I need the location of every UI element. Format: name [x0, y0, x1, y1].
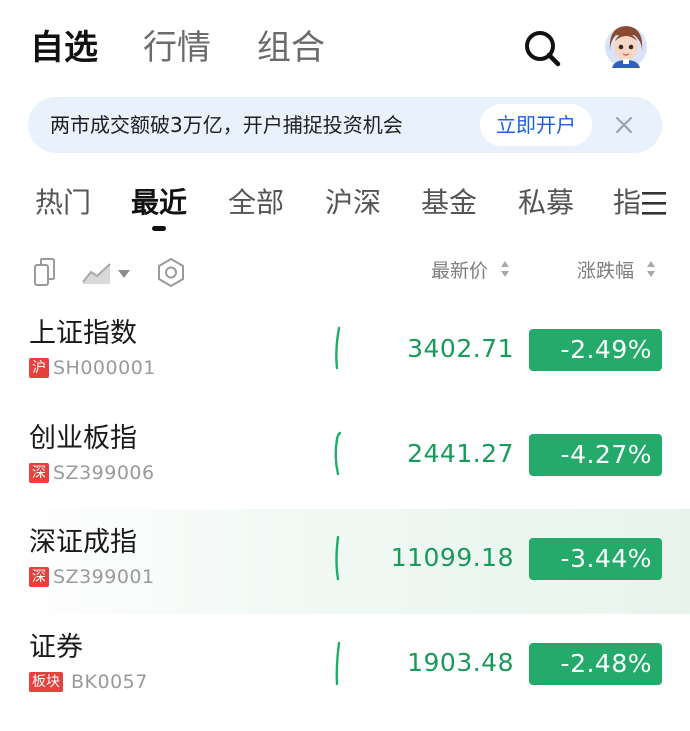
- tab-watchlist[interactable]: 自选: [30, 26, 98, 70]
- stock-price: 11099.18: [390, 543, 514, 572]
- sort-icon: [500, 259, 510, 285]
- menu-icon[interactable]: [640, 188, 668, 218]
- change-column-header[interactable]: 涨跌幅: [577, 258, 656, 285]
- stock-row[interactable]: 创业板指 深 SZ399006 2441.27 -4.27%: [0, 405, 690, 510]
- cat-hot[interactable]: 热门: [35, 184, 91, 222]
- search-icon[interactable]: [522, 28, 562, 68]
- stock-name: 上证指数: [29, 318, 137, 349]
- copy-icon[interactable]: [33, 256, 57, 292]
- change-badge[interactable]: -3.44%: [529, 538, 662, 580]
- stock-code: SZ399001: [53, 566, 155, 588]
- stock-name: 证券: [29, 632, 83, 663]
- top-nav: 自选 行情 组合: [0, 0, 690, 96]
- cat-all[interactable]: 全部: [228, 184, 284, 222]
- stock-price: 1903.48: [407, 648, 514, 677]
- market-tag: 板块: [29, 672, 63, 692]
- tab-portfolio[interactable]: 组合: [257, 26, 325, 70]
- price-header-label: 最新价: [431, 260, 489, 282]
- price-column-header[interactable]: 最新价: [431, 258, 510, 285]
- market-tag: 深: [29, 567, 49, 587]
- change-badge[interactable]: -2.49%: [529, 329, 662, 371]
- sparkline-icon: [330, 429, 344, 479]
- tab-market[interactable]: 行情: [143, 26, 211, 70]
- sparkline-icon: [330, 324, 344, 374]
- list-toolbar: 最新价 涨跌幅: [0, 250, 690, 294]
- change-badge[interactable]: -4.27%: [529, 434, 662, 476]
- market-tag: 沪: [29, 358, 49, 378]
- sort-icon: [646, 259, 656, 285]
- stock-name: 创业板指: [29, 423, 137, 454]
- active-tab-indicator: [152, 226, 166, 231]
- stock-row[interactable]: 证券 板块 BK0057 1903.48 -2.48%: [0, 614, 690, 719]
- sparkline-icon: [330, 638, 344, 688]
- stock-price: 2441.27: [407, 439, 514, 468]
- cat-recent[interactable]: 最近: [131, 184, 187, 222]
- open-account-button[interactable]: 立即开户: [480, 104, 592, 146]
- market-tag: 深: [29, 463, 49, 483]
- stock-name: 深证成指: [29, 527, 137, 558]
- close-icon[interactable]: [612, 113, 636, 137]
- banner-text: 两市成交额破3万亿，开户捕捉投资机会: [50, 113, 403, 137]
- settings-hex-icon[interactable]: [156, 256, 186, 292]
- stock-price: 3402.71: [407, 334, 514, 363]
- promo-banner: 两市成交额破3万亿，开户捕捉投资机会 立即开户: [28, 97, 662, 153]
- sparkline-icon: [330, 533, 344, 583]
- change-badge[interactable]: -2.48%: [529, 643, 662, 685]
- trend-chart-icon[interactable]: [82, 256, 130, 292]
- cat-private-fund[interactable]: 私募: [518, 184, 574, 222]
- stock-code: SZ399006: [53, 462, 155, 484]
- stock-row[interactable]: 深证成指 深 SZ399001 11099.18 -3.44%: [0, 509, 690, 614]
- change-header-label: 涨跌幅: [577, 260, 635, 282]
- stock-row[interactable]: 上证指数 沪 SH000001 3402.71 -2.49%: [0, 300, 690, 405]
- category-tabs: 热门 最近 全部 沪深 基金 私募 指: [0, 180, 690, 236]
- cat-fund[interactable]: 基金: [421, 184, 477, 222]
- stock-code: SH000001: [53, 357, 156, 379]
- avatar[interactable]: [604, 21, 648, 69]
- cat-sh-sz[interactable]: 沪深: [325, 184, 381, 222]
- cat-index[interactable]: 指: [613, 184, 641, 222]
- stock-code: BK0057: [71, 671, 148, 693]
